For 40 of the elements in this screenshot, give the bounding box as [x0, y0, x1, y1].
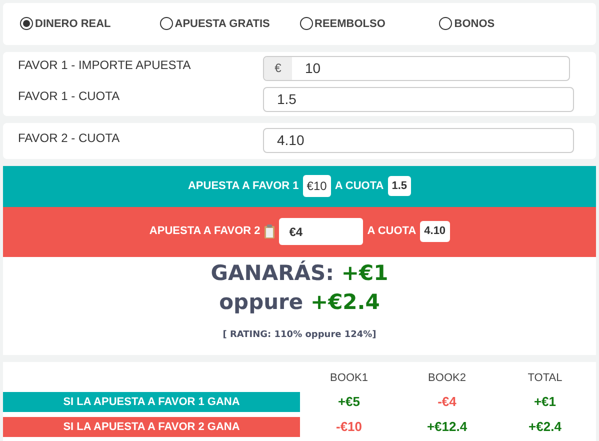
table-cell-text: +€1	[532, 393, 558, 412]
column-header: BOOK2	[427, 371, 467, 386]
amount-field[interactable]: €4	[279, 218, 364, 246]
radio-option[interactable]: APUESTA GRATIS	[160, 16, 300, 32]
field-label: FAVOR 1 - IMPORTE APUESTA	[18, 57, 192, 74]
radio-option[interactable]: DINERO REAL	[20, 16, 160, 32]
radio-button[interactable]	[20, 17, 33, 30]
radio-button[interactable]	[439, 17, 452, 30]
currency-addon: €	[264, 56, 292, 80]
radio-button[interactable]	[160, 17, 173, 30]
odds-chip: 4.10	[420, 221, 450, 242]
odds-field[interactable]: 4.10	[263, 128, 574, 154]
table-cell-text: -€10	[334, 418, 364, 436]
bet-label: APUESTA A FAVOR 1	[188, 178, 299, 194]
table-cell-text: +€5	[336, 393, 362, 412]
odds-label: A CUOTA	[367, 224, 416, 240]
profit-value: +€2.4	[310, 290, 380, 314]
table-cell-text: +€2.4	[528, 418, 562, 436]
result-label: GANARÁS:	[210, 260, 334, 285]
bet-label: APUESTA A FAVOR 2	[149, 224, 260, 240]
amount-field[interactable]: € 10	[263, 56, 570, 81]
profit-value: +€1	[341, 260, 388, 285]
odds-label: A CUOTA	[334, 178, 384, 194]
field-label: FAVOR 2 - CUOTA	[18, 130, 121, 147]
result-label: oppure	[219, 290, 304, 314]
clipboard-icon[interactable]	[264, 224, 276, 240]
odds-chip: 1.5	[388, 176, 412, 196]
field-label: FAVOR 1 - CUOTA	[18, 88, 121, 106]
row-label: SI LA APUESTA A FAVOR 2 GANA	[3, 417, 300, 438]
odds-field[interactable]: 1.5	[263, 86, 574, 112]
row-label: SI LA APUESTA A FAVOR 1 GANA	[3, 392, 300, 412]
radio-button[interactable]	[300, 17, 312, 30]
radio-option[interactable]: BONOS	[439, 16, 579, 32]
column-header: BOOK1	[329, 371, 369, 386]
rating-text: [ RATING: 110% oppure 124%]	[222, 328, 376, 342]
table-cell-text: -€4	[436, 393, 458, 412]
radio-option[interactable]: REEMBOLSO	[300, 16, 440, 32]
column-header: TOTAL	[526, 371, 564, 386]
amount-chip: €10	[302, 175, 331, 198]
table-cell-text: +€12.4	[426, 418, 468, 436]
